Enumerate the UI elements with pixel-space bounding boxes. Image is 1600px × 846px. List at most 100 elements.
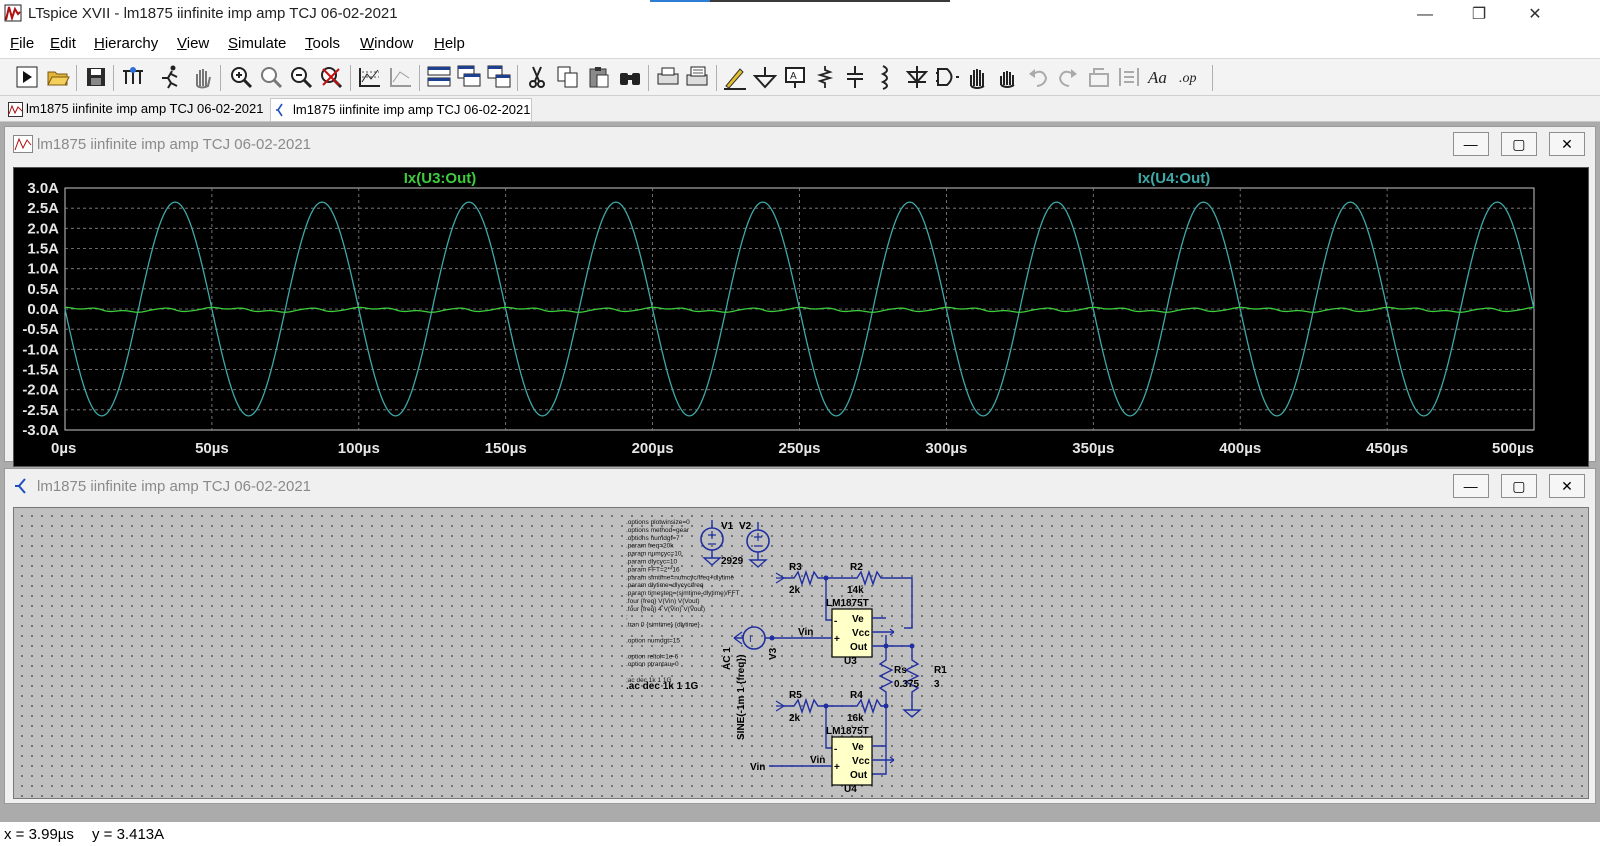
component-icon[interactable] xyxy=(934,64,960,90)
zoom-out-icon[interactable] xyxy=(288,64,314,90)
ground-icon[interactable] xyxy=(752,64,778,90)
waveform-maximize-button[interactable]: ▢ xyxy=(1500,132,1537,156)
cascade-icon[interactable] xyxy=(456,64,482,90)
cut-icon[interactable] xyxy=(524,64,550,90)
voltage-source-v3[interactable]: I xyxy=(733,626,832,650)
waveform-minimize-button[interactable]: — xyxy=(1452,132,1489,156)
menu-bar: File Edit Hierarchy View Simulate Tools … xyxy=(0,31,1600,57)
resistor-rs[interactable] xyxy=(878,646,894,706)
menu-tools[interactable]: Tools xyxy=(305,35,340,52)
tile-vertical-icon[interactable] xyxy=(486,64,512,90)
schematic-close-button[interactable]: ✕ xyxy=(1549,474,1585,498)
ac-directive[interactable]: .ac dec 1k 1 1G xyxy=(626,681,698,692)
label-net-icon[interactable]: A xyxy=(782,64,808,90)
menu-view[interactable]: View xyxy=(177,35,209,52)
x-tick-label: 100µs xyxy=(338,440,380,457)
grid-toggle-icon[interactable] xyxy=(388,64,414,90)
open-folder-icon[interactable] xyxy=(45,64,71,90)
opamp-u3[interactable]: Ve Vcc Out - + xyxy=(831,608,873,658)
menu-edit[interactable]: Edit xyxy=(50,35,76,52)
print-icon[interactable] xyxy=(655,64,681,90)
schematic-minimize-button[interactable]: — xyxy=(1452,474,1489,498)
title-accent-line xyxy=(650,0,950,2)
pan-hand-icon[interactable] xyxy=(189,64,215,90)
menu-simulate[interactable]: Simulate xyxy=(228,35,286,52)
resistor-icon[interactable] xyxy=(812,64,838,90)
schematic-maximize-button[interactable]: ▢ xyxy=(1500,474,1537,498)
close-button[interactable]: ✕ xyxy=(1512,2,1558,28)
x-tick-label: 0µs xyxy=(51,440,76,457)
directive-line: .param timestep=(simtime-dlytime)/FFT xyxy=(626,590,740,597)
series-line-ix-u4-out xyxy=(64,201,1535,417)
tab-schematic[interactable]: lm1875 iinfinite imp amp TCJ 06-02-2021 xyxy=(270,98,532,121)
u3-pin-out: Out xyxy=(850,642,868,653)
y-tick-label: 0.5A xyxy=(27,281,59,298)
directive-line: .param dlycyc=10 xyxy=(626,559,678,566)
cursor-x-readout: x = 3.99µs xyxy=(4,826,74,843)
restore-button[interactable]: ❐ xyxy=(1456,2,1502,28)
capacitor-icon[interactable] xyxy=(842,64,868,90)
u4-model: LM1875T xyxy=(826,726,869,737)
menu-help[interactable]: Help xyxy=(434,35,465,52)
save-icon[interactable] xyxy=(83,64,109,90)
directive-line: .four {freq} 4 V(Vin) V(Vout) xyxy=(626,606,705,613)
tab-schematic-label: lm1875 iinfinite imp amp TCJ 06-02-2021 xyxy=(293,102,531,117)
directive-line: .options plotwinsize=0 xyxy=(626,519,690,526)
r2-label: R2 xyxy=(850,562,863,573)
drag-hand-icon[interactable] xyxy=(994,64,1020,90)
directive-line: ; xyxy=(626,614,628,621)
x-tick-label: 150µs xyxy=(485,440,527,457)
tile-horizontal-icon[interactable] xyxy=(426,64,452,90)
v2-label: V2 xyxy=(739,521,752,532)
redo-icon[interactable] xyxy=(1055,64,1081,90)
zoom-in-icon[interactable] xyxy=(228,64,254,90)
schematic-canvas[interactable]: .options plotwinsize=0 .options method=ge… xyxy=(13,507,1589,799)
ltspice-app-icon xyxy=(4,4,22,22)
rotate-icon[interactable] xyxy=(1086,64,1112,90)
undo-icon[interactable] xyxy=(1025,64,1051,90)
x-tick-label: 50µs xyxy=(195,440,229,457)
directive-line: .options numdgt=7 xyxy=(626,535,680,542)
zoom-fit-icon[interactable] xyxy=(258,64,284,90)
run-icon[interactable] xyxy=(14,64,40,90)
inductor-icon[interactable] xyxy=(872,64,898,90)
menu-hierarchy[interactable]: Hierarchy xyxy=(94,35,158,52)
directive-line: .param freq=20k xyxy=(626,543,674,550)
y-tick-label: 0.0A xyxy=(27,301,59,318)
autorange-icon[interactable] xyxy=(357,64,383,90)
find-binoculars-icon[interactable] xyxy=(617,64,643,90)
copy-icon[interactable] xyxy=(555,64,581,90)
waveform-plot[interactable]: 3.0A 2.5A 2.0A 1.5A 1.0A 0.5A 0.0A -0.5A -1.0A -1… xyxy=(13,167,1589,467)
menu-window[interactable]: Window xyxy=(360,35,413,52)
schematic-icon xyxy=(15,478,26,494)
run-man-icon[interactable] xyxy=(158,64,184,90)
diode-icon[interactable] xyxy=(904,64,930,90)
y-tick-label: 2.5A xyxy=(27,200,59,217)
move-hand-icon[interactable] xyxy=(964,64,990,90)
mirror-icon[interactable] xyxy=(1116,64,1142,90)
tab-waveform[interactable]: lm1875 iinfinite imp amp TCJ 06-02-2021 xyxy=(4,98,266,121)
menu-file[interactable]: File xyxy=(10,35,34,52)
waveform-chart[interactable]: 3.0A 2.5A 2.0A 1.5A 1.0A 0.5A 0.0A -0.5A -1.0A -1… xyxy=(14,168,1590,468)
resistor-r1[interactable] xyxy=(904,646,920,710)
spice-directive-icon[interactable]: .op xyxy=(1177,64,1203,90)
waveform-icon xyxy=(13,135,33,153)
directive-line: .param dlytime=dlycyc/freq xyxy=(626,582,704,589)
opamp-u4[interactable]: Ve Vcc Out - + xyxy=(831,736,873,786)
status-bar: x = 3.99µs y = 3.413A xyxy=(0,822,1600,846)
r3-value: 2k xyxy=(789,585,801,596)
tab-waveform-label: lm1875 iinfinite imp amp TCJ 06-02-2021 xyxy=(26,101,264,116)
paste-icon[interactable] xyxy=(586,64,612,90)
r5-value: 2k xyxy=(789,713,801,724)
y-tick-label: 3.0A xyxy=(27,180,59,197)
zoom-cancel-icon[interactable] xyxy=(318,64,344,90)
print-preview-icon[interactable] xyxy=(685,64,711,90)
control-panel-icon[interactable] xyxy=(120,64,146,90)
voltage-source-v1[interactable] xyxy=(700,520,724,566)
schematic-drawing[interactable]: .options plotwinsize=0.options method=ge… xyxy=(14,508,1590,800)
draw-wire-icon[interactable] xyxy=(722,64,748,90)
waveform-close-button[interactable]: ✕ xyxy=(1549,132,1585,156)
directive-line: .param simtime=numcyc/freq+dlytime xyxy=(626,574,734,581)
minimize-button[interactable]: — xyxy=(1402,2,1448,28)
text-icon[interactable]: Aa xyxy=(1146,64,1172,90)
